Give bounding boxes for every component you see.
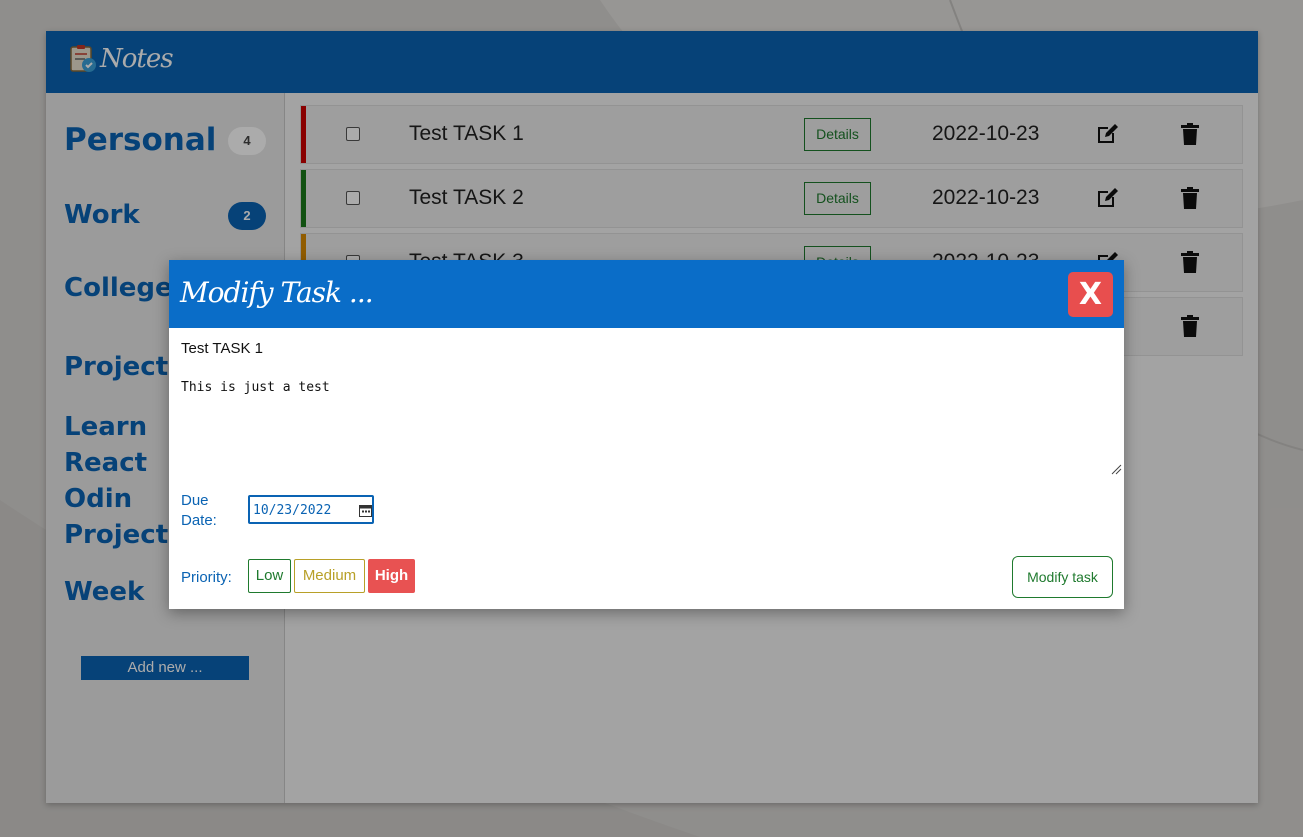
due-date-label: Due Date: [181,492,217,529]
modal-header: Modify Task ... X [169,260,1124,328]
resize-handle-icon[interactable] [1110,463,1122,475]
priority-low-button[interactable]: Low [248,559,291,593]
priority-label: Priority: [181,569,232,586]
calendar-icon[interactable] [359,504,372,517]
modal-title: Modify Task ... [180,276,374,309]
due-date-input[interactable]: 10/23/2022 [248,495,374,524]
task-description-textarea[interactable] [181,378,1111,480]
close-button[interactable]: X [1068,272,1113,317]
modify-task-button[interactable]: Modify task [1012,556,1113,598]
task-title-input[interactable] [181,338,681,358]
priority-medium-button[interactable]: Medium [294,559,365,593]
due-date-value: 10/23/2022 [253,503,332,518]
priority-high-button[interactable]: High [368,559,415,593]
modify-task-modal: Modify Task ... X Due Date: 10/23/2022 P… [169,260,1124,609]
